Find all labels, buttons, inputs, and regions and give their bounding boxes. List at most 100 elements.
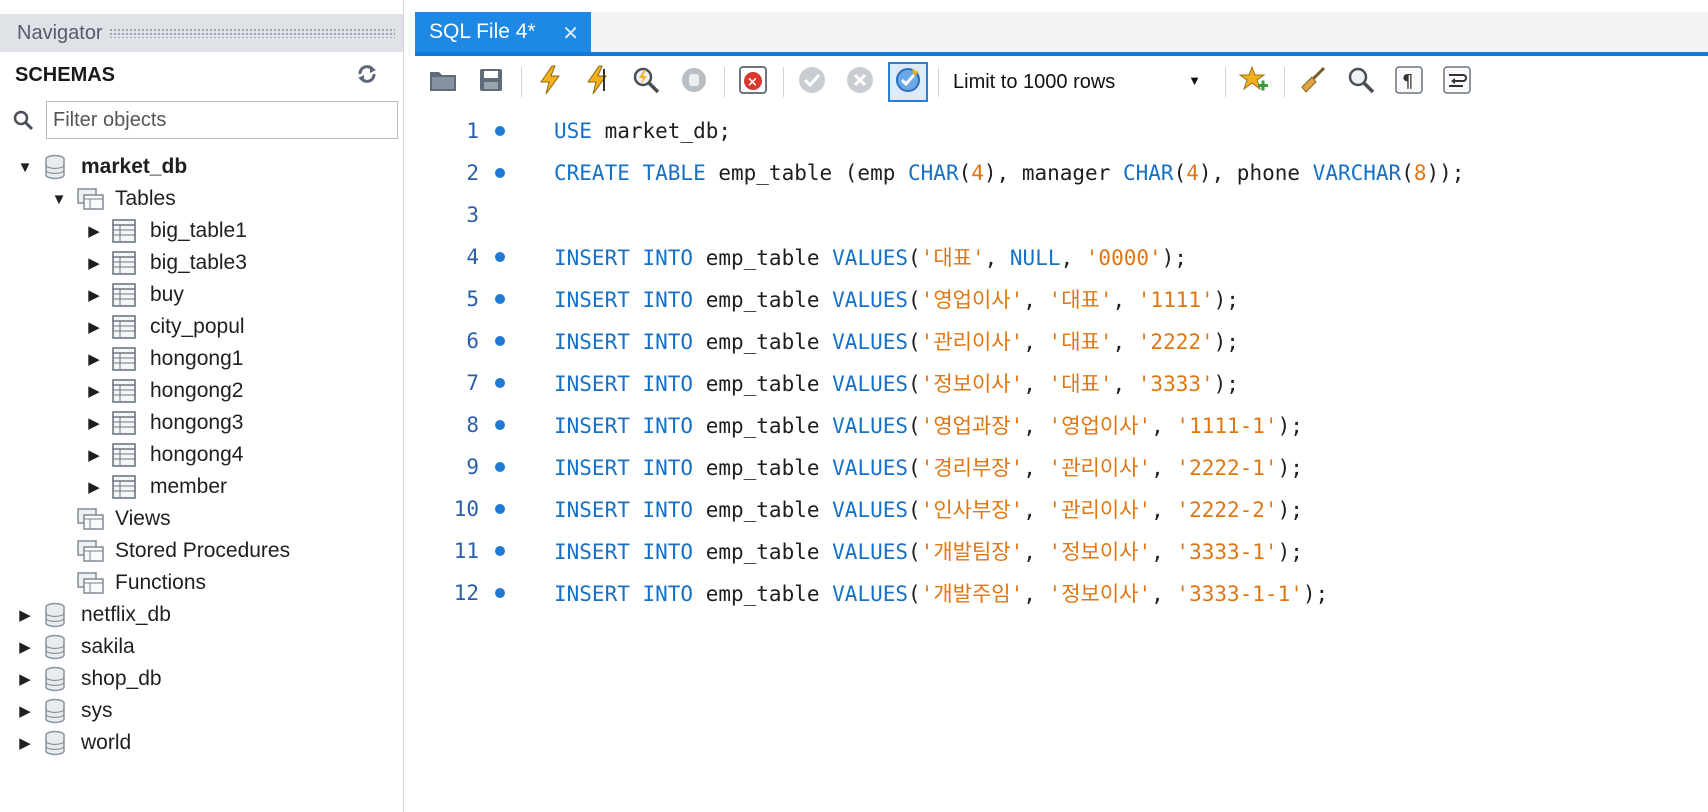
collapsed-arrow-icon[interactable]: ▶ [86, 446, 102, 464]
sql-keyword: VALUES [832, 582, 909, 606]
rollback-button[interactable] [840, 62, 880, 102]
code-text: INSERT INTO emp_table VALUES('영업이사', '대표… [554, 284, 1239, 314]
collapsed-arrow-icon[interactable]: ▶ [86, 478, 102, 496]
sql-text: ); [1277, 456, 1303, 480]
code-line[interactable]: 1 USE market_db; [415, 110, 1708, 152]
code-line[interactable]: 6 INSERT INTO emp_table VALUES('관리이사', '대… [415, 320, 1708, 362]
tree-item-member[interactable]: ▶ member [0, 471, 403, 503]
sql-string: '대표' [1048, 372, 1113, 396]
beautify-button[interactable] [1293, 62, 1333, 102]
statement-marker-icon [495, 168, 505, 178]
tree-item-buy[interactable]: ▶ buy [0, 279, 403, 311]
execute-all-button[interactable] [530, 62, 570, 102]
code-line[interactable]: 9 INSERT INTO emp_table VALUES('경리부장', '관… [415, 446, 1708, 488]
code-line[interactable]: 5 INSERT INTO emp_table VALUES('영업이사', '대… [415, 278, 1708, 320]
tree-item-functions[interactable]: ▶Functions [0, 567, 403, 599]
check-icon [797, 65, 827, 100]
code-line[interactable]: 12 INSERT INTO emp_table VALUES('개발주임', '… [415, 572, 1708, 614]
expanded-arrow-icon[interactable]: ▼ [51, 190, 67, 208]
sql-keyword: INSERT INTO [554, 288, 694, 312]
code-line[interactable]: 2 CREATE TABLE emp_table (emp CHAR(4), ma… [415, 152, 1708, 194]
code-line[interactable]: 10 INSERT INTO emp_table VALUES('인사부장', '… [415, 488, 1708, 530]
tree-item-hongong1[interactable]: ▶ hongong1 [0, 343, 403, 375]
collapsed-arrow-icon[interactable]: ▶ [17, 670, 33, 688]
tree-item-city-popul[interactable]: ▶ city_popul [0, 311, 403, 343]
tree-item-hongong2[interactable]: ▶ hongong2 [0, 375, 403, 407]
filter-objects-input[interactable] [46, 101, 398, 139]
tree-item-netflix-db[interactable]: ▶ netflix_db [0, 599, 403, 631]
collapsed-arrow-icon[interactable]: ▶ [17, 638, 33, 656]
tree-item-market-db[interactable]: ▼ market_db [0, 151, 403, 183]
tree-item-big-table1[interactable]: ▶ big_table1 [0, 215, 403, 247]
expanded-arrow-icon[interactable]: ▼ [17, 158, 33, 176]
sql-text: , [1023, 414, 1049, 438]
tree-item-views[interactable]: ▶Views [0, 503, 403, 535]
autocommit-toggle-button[interactable] [888, 62, 928, 102]
svg-text:×: × [747, 75, 758, 90]
sql-text: , [1023, 456, 1049, 480]
tree-item-shop-db[interactable]: ▶ shop_db [0, 663, 403, 695]
save-button[interactable] [471, 62, 511, 102]
find-replace-button[interactable] [1341, 62, 1381, 102]
sql-string: '3333-1-1' [1176, 582, 1303, 606]
tree-item-tables[interactable]: ▼ Tables [0, 183, 403, 215]
line-number: 8 [466, 413, 479, 437]
sql-keyword: INSERT INTO [554, 246, 694, 270]
magnifier-lightning-icon [632, 66, 660, 99]
add-snippet-button[interactable] [1234, 62, 1274, 102]
word-wrap-button[interactable] [1437, 62, 1477, 102]
sql-text: ( [908, 330, 921, 354]
tree-item-world[interactable]: ▶ world [0, 727, 403, 759]
toggle-error-continue-button[interactable]: × [733, 62, 773, 102]
collapsed-arrow-icon[interactable]: ▶ [86, 414, 102, 432]
invisible-chars-button[interactable]: ¶ [1389, 62, 1429, 102]
filter-row [10, 101, 398, 141]
code-line[interactable]: 3 [415, 194, 1708, 236]
collapsed-arrow-icon[interactable]: ▶ [86, 382, 102, 400]
sql-text: ( [908, 498, 921, 522]
tree-item-sys[interactable]: ▶ sys [0, 695, 403, 727]
tree-item-hongong3[interactable]: ▶ hongong3 [0, 407, 403, 439]
collapsed-arrow-icon[interactable]: ▶ [17, 702, 33, 720]
code-text: INSERT INTO emp_table VALUES('관리이사', '대표… [554, 326, 1239, 356]
collapsed-arrow-icon[interactable]: ▶ [17, 734, 33, 752]
tree-item-label: big_table3 [150, 251, 247, 274]
tab-sql-file-4[interactable]: SQL File 4* ✕ [415, 12, 591, 52]
open-file-button[interactable] [423, 62, 463, 102]
collapsed-arrow-icon[interactable]: ▶ [86, 286, 102, 304]
tree-item-big-table3[interactable]: ▶ big_table3 [0, 247, 403, 279]
database-icon [43, 698, 71, 724]
code-line[interactable]: 7 INSERT INTO emp_table VALUES('정보이사', '대… [415, 362, 1708, 404]
folder-icon [428, 67, 458, 98]
code-text: INSERT INTO emp_table VALUES('정보이사', '대표… [554, 368, 1239, 398]
code-line[interactable]: 4 INSERT INTO emp_table VALUES('대표', NULL… [415, 236, 1708, 278]
sql-keyword: VALUES [832, 372, 909, 396]
panel-grip[interactable] [108, 28, 395, 38]
collapsed-arrow-icon[interactable]: ▶ [86, 222, 102, 240]
sql-text: )); [1426, 161, 1465, 185]
code-line[interactable]: 8 INSERT INTO emp_table VALUES('영업과장', '영… [415, 404, 1708, 446]
code-line[interactable]: 11 INSERT INTO emp_table VALUES('개발팀장', '… [415, 530, 1708, 572]
collapsed-arrow-icon[interactable]: ▶ [86, 318, 102, 336]
stop-button[interactable] [674, 62, 714, 102]
collapsed-arrow-icon[interactable]: ▶ [86, 254, 102, 272]
collapsed-arrow-icon[interactable]: ▶ [86, 350, 102, 368]
folder-icon [77, 538, 105, 564]
tree-item-stored-procedures[interactable]: ▶Stored Procedures [0, 535, 403, 567]
tree-item-label: big_table1 [150, 219, 247, 242]
tree-item-sakila[interactable]: ▶ sakila [0, 631, 403, 663]
sql-text: emp_table [693, 330, 833, 354]
refresh-icon[interactable] [354, 62, 380, 86]
limit-rows-select[interactable]: Limit to 1000 rows ▼ [953, 64, 1215, 100]
statement-marker-icon [495, 252, 505, 262]
code-editor[interactable]: 1 USE market_db; 2 CREATE TABLE emp_table (… [415, 110, 1708, 614]
tree-item-hongong4[interactable]: ▶ hongong4 [0, 439, 403, 471]
collapsed-arrow-icon[interactable]: ▶ [17, 606, 33, 624]
close-icon[interactable]: ✕ [562, 21, 579, 46]
toolbar-separator [783, 67, 784, 97]
explain-button[interactable] [626, 62, 666, 102]
commit-button[interactable] [792, 62, 832, 102]
folder-icon [77, 570, 105, 596]
execute-statement-button[interactable] [578, 62, 618, 102]
tab-bar: SQL File 4* ✕ [415, 12, 1708, 56]
